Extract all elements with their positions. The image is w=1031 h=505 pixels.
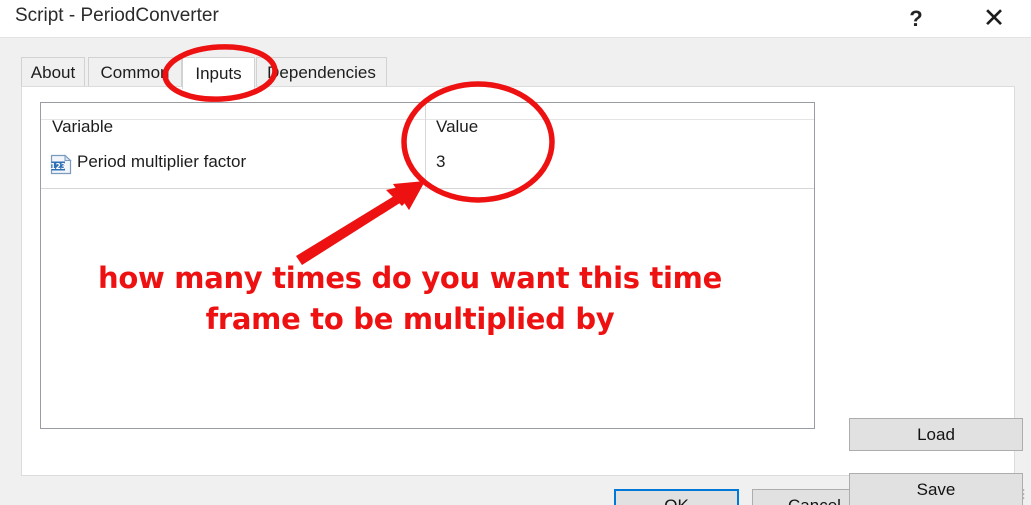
window-title: Script - PeriodConverter [15,5,219,26]
ok-button-label: OK [664,495,689,505]
script-properties-dialog: Script - PeriodConverter ? ✕ Variable Va… [0,0,1031,505]
dialog-body: Variable Value 123 Period multiplier fac… [0,37,1031,505]
save-button-label: Save [916,479,956,499]
tab-strip: About Common Inputs Dependencies [21,57,1015,89]
tab-common-label: Common [100,62,170,82]
column-header-value[interactable]: Value [436,117,478,137]
help-button[interactable]: ? [887,0,945,37]
title-bar: Script - PeriodConverter ? ✕ [0,0,1031,37]
save-button[interactable]: Save [849,473,1023,505]
grid-column-separator[interactable] [425,103,426,188]
close-icon: ✕ [982,3,1006,33]
inputs-grid[interactable]: Variable Value 123 Period multiplier fac… [40,102,815,429]
tab-dependencies[interactable]: Dependencies [256,57,387,87]
tab-page-inputs: Variable Value 123 Period multiplier fac… [21,86,1023,505]
column-header-variable[interactable]: Variable [52,117,113,137]
ok-button[interactable]: OK [614,489,739,505]
load-button-label: Load [917,424,955,444]
svg-text:123: 123 [50,162,66,171]
tab-about[interactable]: About [21,57,85,87]
tab-about-label: About [30,62,76,82]
grid-row-separator [41,188,814,189]
cancel-button-label: Cancel [788,495,841,505]
tab-inputs-label: Inputs [195,63,242,83]
load-button[interactable]: Load [849,418,1023,451]
grid-cell-variable-value[interactable]: 3 [436,152,445,172]
close-button[interactable]: ✕ [965,0,1023,37]
number-123-icon: 123 [50,154,72,175]
tab-dependencies-label: Dependencies [267,62,376,82]
tab-inputs[interactable]: Inputs [182,57,255,89]
grid-cell-variable-name[interactable]: Period multiplier factor [77,152,246,172]
question-mark-icon: ? [909,5,923,31]
tab-common[interactable]: Common [88,57,182,87]
grid-header-separator [41,119,814,120]
